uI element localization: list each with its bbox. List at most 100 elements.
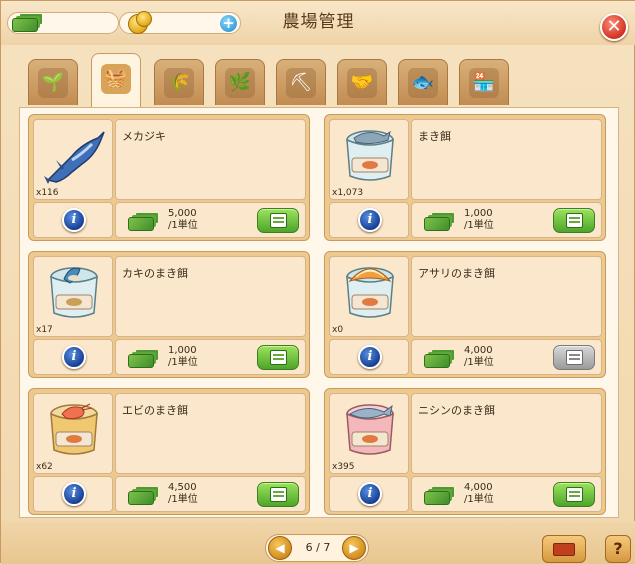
pickaxe-icon: ⛏ [286,68,316,98]
handshake-icon: 🤝 [347,68,377,98]
item-image-box: x62 [33,393,113,474]
price-box: 1,000/1単位 [115,339,306,375]
basket-icon: 🧺 [101,64,131,94]
buy-button-disabled [553,345,595,370]
item-quantity: x62 [36,462,53,472]
sprout-icon: 🌱 [38,68,68,98]
market-stall-icon: 🏪 [469,68,499,98]
item-image-box: x395 [329,393,409,474]
price-box: 5,000/1単位 [115,202,306,238]
cash-icon [128,491,154,505]
info-box: i [329,339,409,375]
tab-pickaxe[interactable]: ⛏ [276,59,326,105]
seed-bag-icon: 🌿 [225,68,255,98]
bottom-bar: ◀ 6 / 7 ▶ ? [1,521,635,564]
buy-button[interactable] [257,208,299,233]
info-button[interactable]: i [62,482,86,506]
item-card: x17 カキのまき餌 i 1,000/1単位 [28,251,310,378]
item-card: x395 ニシンのまき餌 i 4,000/1単位 [324,388,606,515]
cash-register-icon [270,487,287,502]
item-card: x1,073 まき餌 i 1,000/1単位 [324,114,606,241]
item-price: 1,000/1単位 [464,208,494,231]
info-box: i [33,202,113,238]
info-box: i [329,202,409,238]
prev-page-button[interactable]: ◀ [268,536,292,560]
item-name-box: まき餌 [411,119,602,200]
item-image-box: x0 [329,256,409,337]
tab-seed-bag[interactable]: 🌿 [215,59,265,105]
item-image-box: x1,073 [329,119,409,200]
info-button[interactable]: i [62,208,86,232]
item-name: アサリのまき餌 [418,267,495,280]
pagination: ◀ 6 / 7 ▶ [265,534,369,562]
delivery-truck-button[interactable] [542,535,586,563]
tab-handshake[interactable]: 🤝 [337,59,387,105]
page-title: 農場管理 [282,12,355,32]
item-card: x116 メカジキ i 5,000/1単位 [28,114,310,241]
info-box: i [33,339,113,375]
item-card: x62 エビのまき餌 i 4,500/1単位 [28,388,310,515]
info-button[interactable]: i [358,345,382,369]
info-button[interactable]: i [358,482,382,506]
item-quantity: x0 [332,325,344,335]
buy-button[interactable] [257,345,299,370]
cash-register-icon [566,487,583,502]
cash-icon [128,217,154,231]
item-price: 4,500/1単位 [168,482,198,505]
info-button[interactable]: i [62,345,86,369]
top-bar: + 農場管理 ✕ [1,1,635,45]
price-box: 4,500/1単位 [115,476,306,512]
herring-bait-bucket-icon [346,404,394,455]
item-name: まき餌 [418,130,451,143]
info-box: i [329,476,409,512]
cash-icon [424,354,450,368]
cash-icon [424,491,450,505]
item-name-box: ニシンのまき餌 [411,393,602,474]
info-button[interactable]: i [358,208,382,232]
buy-button[interactable] [257,482,299,507]
page-indicator: 6 / 7 [305,541,331,554]
info-box: i [33,476,113,512]
price-box: 4,000/1単位 [411,339,602,375]
farm-management-window: + 農場管理 ✕ 🌱 🧺 🌾 🌿 ⛏ 🤝 🐟 🏪 x116 メカジキ i 5,0… [0,0,635,564]
item-quantity: x116 [36,188,59,198]
oyster-bait-bucket-icon [50,267,98,318]
price-box: 1,000/1単位 [411,202,602,238]
shrimp-bait-bucket-icon [50,403,98,455]
item-price: 5,000/1単位 [168,208,198,231]
fish-bait-bucket-icon [346,130,394,181]
item-name-box: カキのまき餌 [115,256,306,337]
help-button[interactable]: ? [605,535,631,563]
next-page-button[interactable]: ▶ [342,536,366,560]
item-list: x116 メカジキ i 5,000/1単位 x1,073 まき餌 i 1,000… [19,107,619,518]
item-quantity: x395 [332,462,355,472]
cash-register-icon [566,213,583,228]
item-image-box: x116 [33,119,113,200]
cash-icon [424,217,450,231]
item-name-box: メカジキ [115,119,306,200]
item-name-box: エビのまき餌 [115,393,306,474]
cash-icon [128,354,154,368]
item-price: 4,000/1単位 [464,482,494,505]
item-price: 4,000/1単位 [464,345,494,368]
close-button[interactable]: ✕ [600,13,628,41]
clam-bait-bucket-icon [346,267,394,318]
swordfish-icon [44,131,105,184]
tab-basket[interactable]: 🧺 [91,53,141,109]
tab-fish[interactable]: 🐟 [398,59,448,105]
item-image-box: x17 [33,256,113,337]
item-quantity: x1,073 [332,188,364,198]
item-quantity: x17 [36,325,53,335]
price-box: 4,000/1単位 [411,476,602,512]
item-name: ニシンのまき餌 [418,404,495,417]
truck-icon [553,543,575,556]
cash-register-icon [566,350,583,365]
tab-sprout[interactable]: 🌱 [28,59,78,105]
item-name: カキのまき餌 [122,267,188,280]
hay-bale-icon: 🌾 [164,68,194,98]
category-tabs: 🌱 🧺 🌾 🌿 ⛏ 🤝 🐟 🏪 [28,53,518,109]
buy-button[interactable] [553,482,595,507]
buy-button[interactable] [553,208,595,233]
tab-market-stall[interactable]: 🏪 [459,59,509,105]
tab-hay-bale[interactable]: 🌾 [154,59,204,105]
